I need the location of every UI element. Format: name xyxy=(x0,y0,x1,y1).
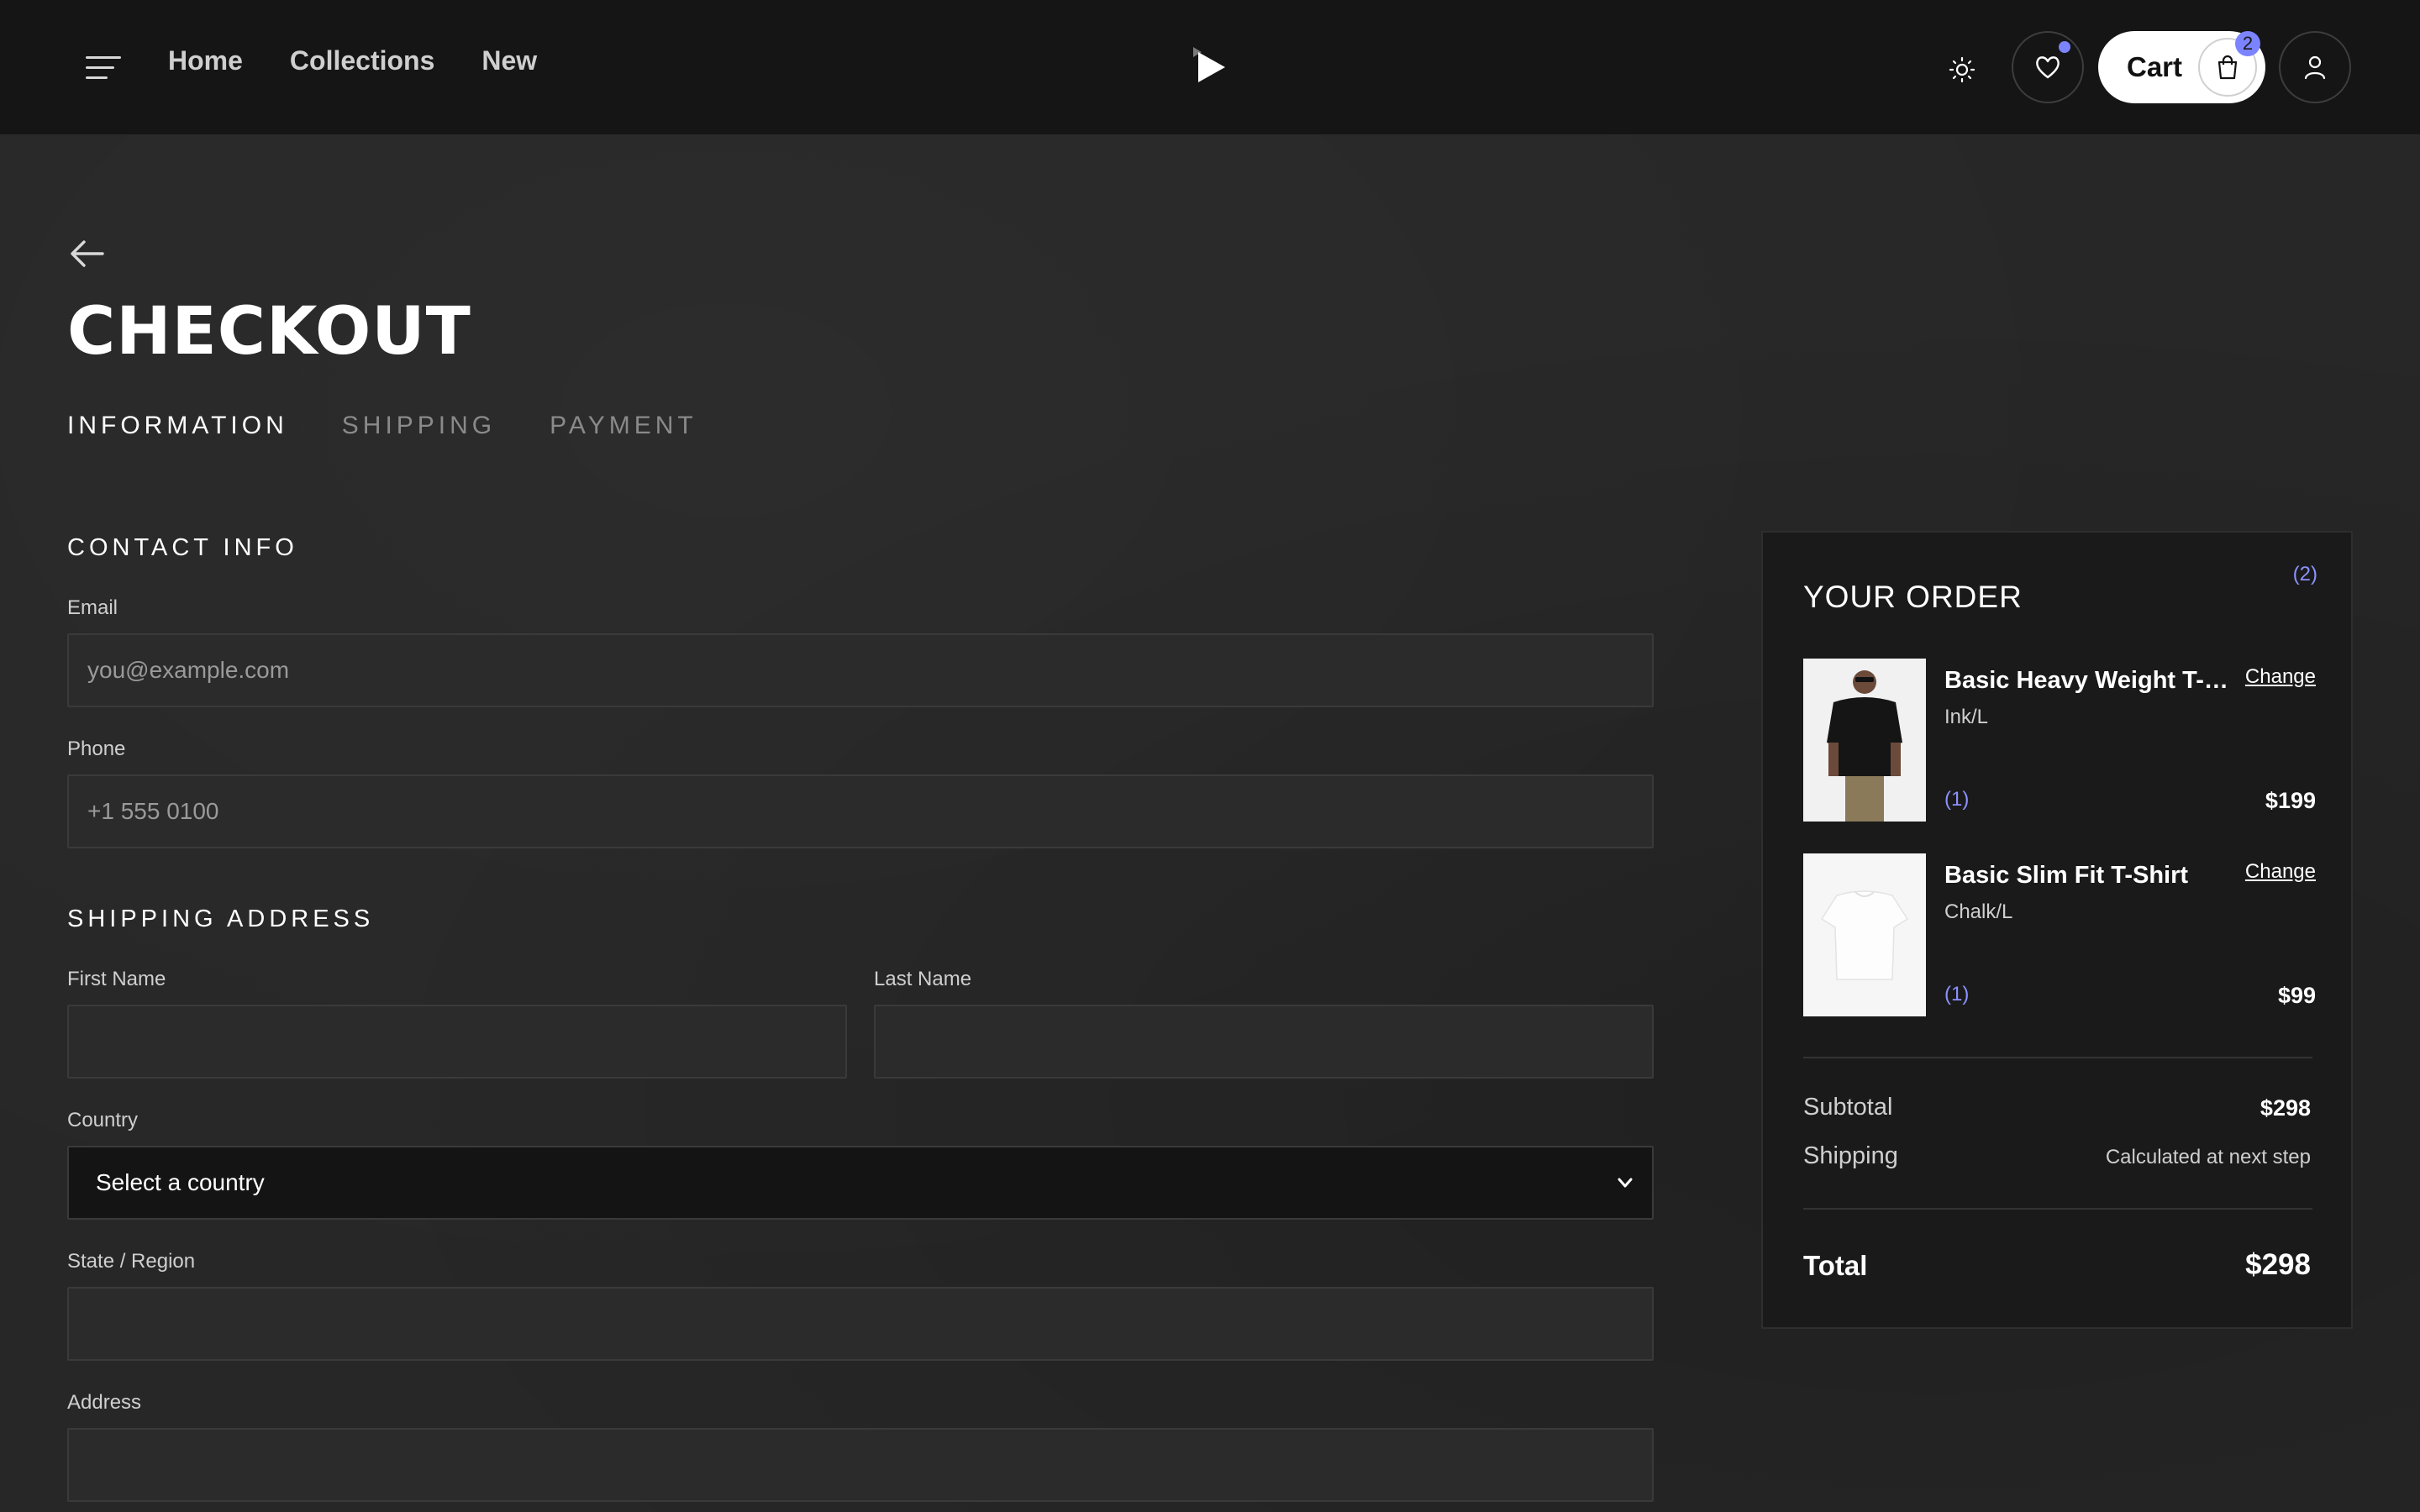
country-select[interactable]: Select a country xyxy=(67,1146,1654,1220)
item-price: $199 xyxy=(2265,788,2316,813)
item-variant: Chalk/L xyxy=(1944,900,2013,923)
contact-info-heading: CONTACT INFO xyxy=(67,534,298,561)
subtotal-value: $298 xyxy=(2260,1095,2311,1121)
address-label: Address xyxy=(67,1391,142,1414)
main-nav: Home Collections New xyxy=(168,45,537,76)
shipping-address-heading: SHIPPING ADDRESS xyxy=(67,906,375,932)
nav-collections-link[interactable]: Collections xyxy=(290,45,434,76)
order-item-count: (2) xyxy=(2292,563,2317,585)
country-select-value: Select a country xyxy=(96,1169,265,1195)
order-item: Basic Slim Fit T-Shirt Chalk/L Change (1… xyxy=(1803,853,2316,1016)
item-price: $99 xyxy=(2277,983,2316,1008)
item-name[interactable]: Basic Slim Fit T-Shirt xyxy=(1944,862,2230,890)
subtotal-label: Subtotal xyxy=(1803,1094,1893,1121)
cart-count-badge: 2 xyxy=(2235,31,2260,56)
phone-field[interactable] xyxy=(67,774,1654,848)
menu-icon[interactable] xyxy=(86,56,121,80)
page-title: CHECKOUT xyxy=(67,294,471,370)
divider xyxy=(1803,1057,2312,1058)
state-label: State / Region xyxy=(67,1250,196,1273)
order-summary-card: YOUR ORDER (2) Basic Heavy Weight T-Shir… xyxy=(1761,531,2353,1329)
nav-new-link[interactable]: New xyxy=(481,45,537,76)
top-navbar: Home Collections New Cart 2 xyxy=(0,0,2420,135)
order-title: YOUR ORDER xyxy=(1803,580,2023,614)
product-image-white-tshirt[interactable] xyxy=(1803,853,1926,1016)
address-field[interactable] xyxy=(67,1428,1654,1502)
state-field[interactable] xyxy=(67,1287,1654,1361)
phone-label: Phone xyxy=(67,738,126,760)
heart-icon xyxy=(2036,56,2060,79)
user-icon xyxy=(2304,55,2326,80)
chevron-down-icon xyxy=(1618,1178,1633,1188)
item-quantity: (1) xyxy=(1944,788,1970,811)
checkout-steps: INFORMATION SHIPPING PAYMENT xyxy=(67,412,697,440)
product-image-black-tshirt[interactable] xyxy=(1803,659,1926,822)
last-name-field[interactable] xyxy=(874,1005,1654,1079)
last-name-label: Last Name xyxy=(874,968,972,990)
cart-button[interactable]: Cart 2 xyxy=(2098,31,2265,103)
wishlist-notification-dot xyxy=(2059,41,2070,53)
change-item-link[interactable]: Change xyxy=(2245,665,2316,689)
shipping-value: Calculated at next step xyxy=(2105,1146,2311,1168)
first-name-label: First Name xyxy=(67,968,166,990)
item-quantity: (1) xyxy=(1944,983,1970,1005)
step-shipping-tab[interactable]: SHIPPING xyxy=(342,412,496,440)
wishlist-button[interactable] xyxy=(2012,31,2084,103)
logo-play-icon[interactable] xyxy=(1188,44,1227,86)
theme-toggle-sun-icon[interactable] xyxy=(1941,49,1983,91)
email-field[interactable] xyxy=(67,633,1654,707)
cart-label: Cart xyxy=(2127,51,2183,82)
first-name-field[interactable] xyxy=(67,1005,847,1079)
step-payment-tab[interactable]: PAYMENT xyxy=(550,412,697,440)
account-button[interactable] xyxy=(2279,31,2351,103)
change-item-link[interactable]: Change xyxy=(2245,860,2316,884)
item-name[interactable]: Basic Heavy Weight T-Shirt xyxy=(1944,667,2230,695)
nav-home-link[interactable]: Home xyxy=(168,45,243,76)
total-value: $298 xyxy=(2245,1248,2311,1281)
order-item: Basic Heavy Weight T-Shirt Ink/L Change … xyxy=(1803,659,2316,822)
email-label: Email xyxy=(67,596,118,619)
divider xyxy=(1803,1208,2312,1210)
step-information-tab[interactable]: INFORMATION xyxy=(67,412,288,440)
item-variant: Ink/L xyxy=(1944,706,1989,728)
total-label: Total xyxy=(1803,1250,1868,1281)
country-label: Country xyxy=(67,1109,139,1131)
shipping-label: Shipping xyxy=(1803,1142,1898,1169)
back-arrow-icon[interactable] xyxy=(69,239,106,269)
